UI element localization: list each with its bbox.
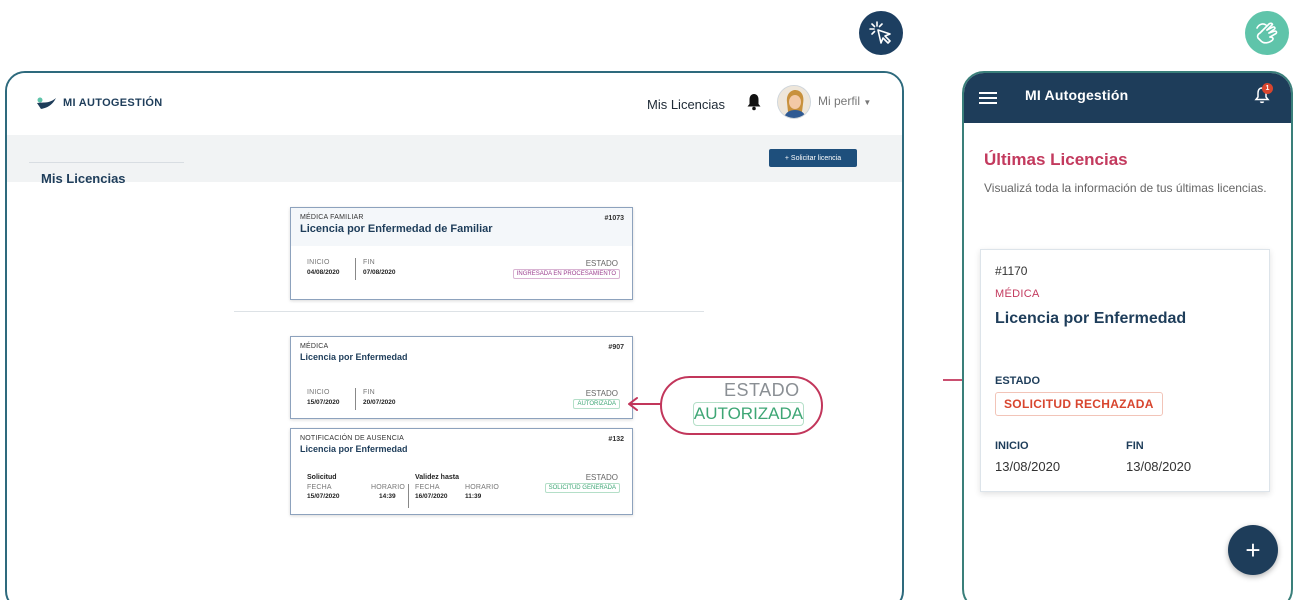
request-license-button[interactable]: + Solicitar licencia — [769, 149, 857, 167]
callout-status-label: ESTADO — [724, 380, 800, 400]
notification-count-badge: 1 — [1262, 83, 1273, 94]
mobile-header: MI Autogestión 1 — [964, 73, 1291, 123]
nav-link-mis-licencias[interactable]: Mis Licencias — [647, 97, 725, 112]
status-badge: SOLICITUD GENERADA — [544, 483, 620, 493]
card-title: Licencia por Enfermedad — [300, 444, 408, 454]
end-value: 07/08/2020 — [363, 269, 396, 276]
profile-label: Mi perfil — [818, 94, 861, 108]
start-label: INICIO — [995, 440, 1029, 452]
card-title: Licencia por Enfermedad — [995, 310, 1187, 327]
sidebar-title[interactable]: Mis Licencias — [41, 171, 126, 186]
fecha-label: FECHA — [307, 484, 332, 491]
card-title: Licencia por Enfermedad de Familiar — [300, 223, 493, 235]
date-separator — [408, 484, 409, 508]
solicitud-fecha: 15/07/2020 — [307, 493, 340, 500]
section-divider — [234, 311, 704, 312]
validez-fecha: 16/07/2020 — [415, 493, 448, 500]
profile-menu[interactable]: Mi perfil ▼ — [818, 94, 871, 108]
hamburger-icon[interactable] — [979, 91, 997, 105]
status-badge: AUTORIZADA — [573, 399, 620, 409]
add-license-fab[interactable]: + — [1228, 525, 1278, 575]
date-separator — [355, 258, 356, 280]
start-value: 04/08/2020 — [307, 269, 340, 276]
status-label: ESTADO — [585, 389, 618, 398]
mobile-notifications[interactable]: 1 — [1254, 83, 1273, 110]
desktop-header: MI AUTOGESTIÓN Mis Licencias Mi perfil ▼ — [7, 73, 902, 133]
bell-icon[interactable] — [747, 93, 761, 111]
status-badge: INGRESADA EN PROCESAMIENTO — [512, 269, 620, 279]
cursor-click-icon — [869, 21, 891, 44]
end-value: 13/08/2020 — [1126, 459, 1192, 474]
end-label: FIN — [1126, 440, 1144, 452]
avatar[interactable] — [777, 85, 811, 119]
start-value: 15/07/2020 — [307, 399, 340, 406]
start-value: 13/08/2020 — [995, 459, 1061, 474]
desktop-window: MI AUTOGESTIÓN Mis Licencias Mi perfil ▼… — [5, 71, 904, 600]
section-description: Visualizá toda la información de tus últ… — [984, 181, 1267, 195]
toolbar-band — [7, 135, 902, 182]
mobile-license-card[interactable]: #1170 MÉDICA Licencia por Enfermedad EST… — [980, 249, 1270, 492]
section-title: Últimas Licencias — [984, 150, 1128, 169]
license-card-1073[interactable]: MÉDICA FAMILIAR #1073 Licencia por Enfer… — [290, 207, 633, 300]
logo-text: MI AUTOGESTIÓN — [63, 97, 163, 109]
card-category: MÉDICA — [995, 288, 1040, 300]
end-label: FIN — [363, 389, 375, 396]
logo-icon — [37, 97, 56, 109]
end-value: 20/07/2020 — [363, 399, 396, 406]
card-category: NOTIFICACIÓN DE AUSENCIA — [300, 435, 404, 442]
cursor-click-badge — [859, 11, 903, 55]
end-label: FIN — [363, 259, 375, 266]
horario-label: HORARIO — [371, 484, 406, 491]
avatar-image — [778, 86, 810, 118]
card-number: #1073 — [604, 215, 624, 222]
fecha-label: FECHA — [415, 484, 440, 491]
card-number: #907 — [608, 344, 624, 351]
license-card-132[interactable]: NOTIFICACIÓN DE AUSENCIA #132 Licencia p… — [290, 428, 633, 515]
status-label: ESTADO — [585, 473, 618, 482]
card-number: #132 — [608, 436, 624, 443]
card-category: MÉDICA FAMILIAR — [300, 214, 364, 221]
sidebar-divider — [29, 162, 184, 163]
start-label: INICIO — [307, 389, 330, 396]
hand-tap-icon — [1256, 22, 1278, 44]
status-badge: SOLICITUD RECHAZADA — [995, 392, 1163, 416]
start-label: INICIO — [307, 259, 330, 266]
mobile-app-title: MI Autogestión — [1025, 87, 1129, 103]
date-separator — [355, 388, 356, 410]
validez-label: Validez hasta — [415, 474, 459, 481]
license-card-907[interactable]: MÉDICA #907 Licencia por Enfermedad INIC… — [290, 336, 633, 419]
card-number: #1170 — [995, 264, 1028, 278]
validez-horario: 11:39 — [465, 493, 482, 500]
solicitud-horario: 14:39 — [379, 493, 396, 500]
app-logo[interactable]: MI AUTOGESTIÓN — [35, 96, 163, 110]
solicitud-label: Solicitud — [307, 474, 337, 481]
card-category: MÉDICA — [300, 343, 329, 350]
callout-status-badge: AUTORIZADA — [693, 402, 804, 426]
status-label: ESTADO — [585, 259, 618, 268]
hand-tap-badge — [1245, 11, 1289, 55]
card-title: Licencia por Enfermedad — [300, 352, 408, 362]
mobile-window: MI Autogestión 1 Últimas Licencias Visua… — [962, 71, 1293, 600]
horario-label: HORARIO — [465, 484, 500, 491]
chevron-down-icon: ▼ — [863, 98, 872, 107]
status-label: ESTADO — [995, 375, 1041, 387]
